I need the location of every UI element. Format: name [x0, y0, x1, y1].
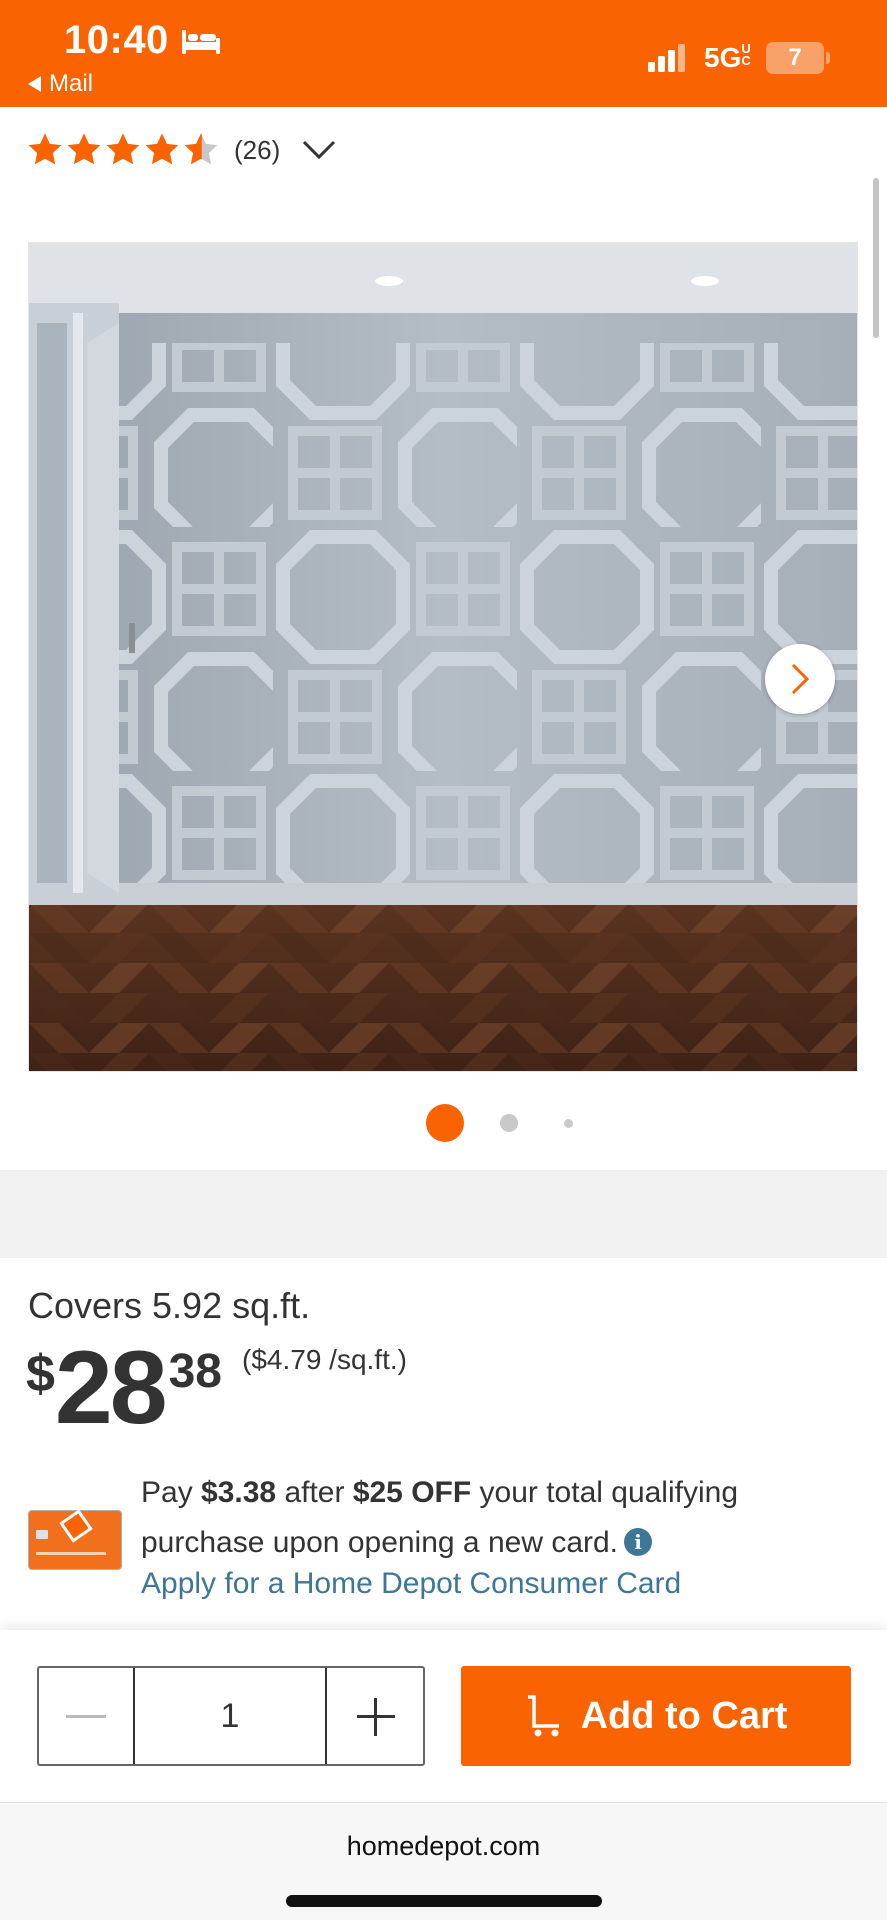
cart-icon [527, 1695, 559, 1737]
promo-message: Pay $3.38 after $25 OFF your total quali… [141, 1476, 739, 1559]
add-to-cart-button[interactable]: Add to Cart [461, 1666, 851, 1766]
price-currency: $ [26, 1345, 55, 1403]
status-time: 10:40 [64, 18, 169, 62]
cellular-signal-icon [648, 44, 685, 72]
back-app-label: Mail [49, 70, 94, 97]
section-divider [0, 1170, 887, 1258]
product-image[interactable] [28, 242, 858, 1072]
rating-summary[interactable]: (26) [26, 128, 336, 172]
info-icon[interactable]: i [624, 1528, 653, 1556]
promo-discount: $25 OFF [352, 1476, 472, 1509]
star-icon [28, 133, 62, 165]
product-image-gallery [0, 212, 887, 1170]
decrease-quantity-button[interactable] [39, 1668, 135, 1764]
browser-address-bar: homedepot.com [0, 1802, 887, 1920]
scrollbar[interactable] [873, 178, 879, 338]
star-icon [145, 133, 179, 165]
status-bar: 10:40 Mail 5GUC 7 [0, 0, 887, 107]
pagination-dot[interactable] [564, 1119, 573, 1128]
review-count[interactable]: (26) [234, 135, 280, 166]
sleep-focus-icon [182, 30, 220, 54]
star-half-icon [184, 133, 218, 165]
chevron-right-icon [791, 663, 810, 695]
price: $ 28 38 ($4.79 /sq.ft.) [26, 1336, 407, 1440]
chevron-down-icon[interactable] [302, 139, 336, 161]
price-dollars: 28 [54, 1330, 168, 1446]
home-indicator[interactable] [286, 1895, 602, 1907]
promo-pay-amount: $3.38 [201, 1476, 277, 1509]
quantity-stepper: 1 [37, 1666, 425, 1766]
battery-tip [826, 52, 830, 64]
star-icon [67, 133, 101, 165]
quantity-input[interactable]: 1 [135, 1668, 327, 1764]
back-arrow-icon [28, 76, 41, 92]
increase-quantity-button[interactable] [327, 1668, 423, 1764]
url-text[interactable]: homedepot.com [0, 1831, 887, 1862]
pagination-dot[interactable] [500, 1114, 518, 1132]
star-rating [26, 131, 220, 169]
star-icon [106, 133, 140, 165]
next-image-button[interactable] [765, 644, 835, 714]
coverage-text: Covers 5.92 sq.ft. [28, 1285, 311, 1326]
apply-card-link[interactable]: Apply for a Home Depot Consumer Card [141, 1567, 681, 1601]
credit-card-icon [28, 1510, 122, 1570]
back-to-app-link[interactable]: Mail [28, 70, 93, 98]
unit-price: ($4.79 /sq.ft.) [242, 1344, 407, 1375]
pagination-dot-active[interactable] [426, 1104, 464, 1142]
add-to-cart-label: Add to Cart [580, 1694, 788, 1737]
purchase-bar: 1 Add to Cart [0, 1630, 887, 1802]
battery-indicator: 7 [766, 42, 824, 74]
minus-icon [66, 1714, 106, 1718]
gallery-pagination [0, 1102, 887, 1142]
network-type: 5GUC [704, 41, 751, 73]
price-cents: 38 [168, 1345, 222, 1398]
